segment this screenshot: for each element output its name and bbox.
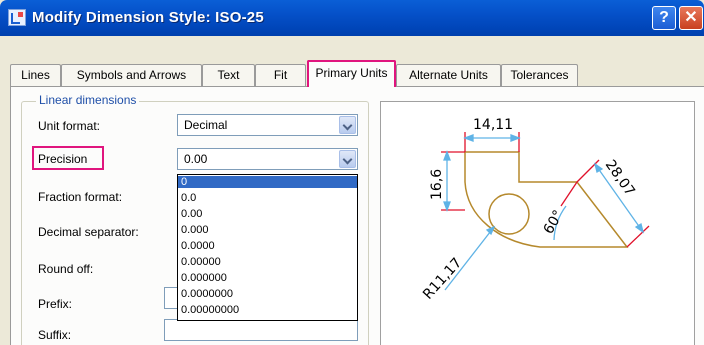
chevron-down-icon[interactable] <box>339 116 356 134</box>
close-button[interactable]: ✕ <box>679 6 703 30</box>
preview-dim-top: 14,11 <box>473 117 513 133</box>
prefix-label: Prefix: <box>38 297 73 311</box>
help-button[interactable]: ? <box>652 6 676 30</box>
precision-dropdown-list[interactable]: 0 0.0 0.00 0.000 0.0000 0.00000 0.000000… <box>177 174 358 321</box>
precision-option[interactable]: 0.00 <box>178 208 357 220</box>
precision-option[interactable]: 0.000 <box>178 224 357 236</box>
preview-dim-left: 16,6 <box>429 169 445 200</box>
tab-primary-units[interactable]: Primary Units <box>307 60 396 87</box>
suffix-input[interactable] <box>164 319 358 341</box>
tab-alternate-units[interactable]: Alternate Units <box>396 64 501 86</box>
linear-dimensions-legend: Linear dimensions <box>36 93 140 107</box>
unit-format-label: Unit format: <box>38 119 101 133</box>
dialog-window: Modify Dimension Style: ISO-25 ? ✕ Lines… <box>0 0 704 345</box>
precision-value: 0.00 <box>184 152 208 166</box>
title-bar[interactable]: Modify Dimension Style: ISO-25 ? ✕ <box>0 0 704 36</box>
precision-option[interactable]: 0.0000000 <box>178 288 357 300</box>
dimension-preview-drawing: 14,11 16,6 60° 28,07 R11,17 <box>420 117 650 303</box>
preview-dim-diagonal: 28,07 <box>602 157 638 199</box>
precision-option[interactable]: 0.0000 <box>178 240 357 252</box>
chevron-down-icon[interactable] <box>339 150 356 168</box>
decimal-separator-label: Decimal separator: <box>38 225 139 239</box>
preview-dim-angle: 60° <box>541 207 567 237</box>
dimension-style-icon <box>8 9 26 26</box>
precision-option[interactable]: 0.000000 <box>178 272 357 284</box>
precision-option[interactable]: 0.0 <box>178 192 357 204</box>
preview-pane: 14,11 16,6 60° 28,07 R11,17 <box>380 101 695 345</box>
round-off-label: Round off: <box>38 262 94 276</box>
unit-format-select[interactable]: Decimal <box>177 114 358 136</box>
window-title: Modify Dimension Style: ISO-25 <box>32 9 264 26</box>
precision-label: Precision <box>38 152 88 166</box>
tab-tolerances[interactable]: Tolerances <box>501 64 578 86</box>
tab-text[interactable]: Text <box>202 64 255 86</box>
precision-option[interactable]: 0.00000000 <box>178 304 357 316</box>
fraction-format-label: Fraction format: <box>38 190 123 204</box>
precision-option[interactable]: 0 <box>178 176 357 188</box>
precision-select[interactable]: 0.00 <box>177 148 358 170</box>
tab-symbols-and-arrows[interactable]: Symbols and Arrows <box>61 64 202 86</box>
suffix-label: Suffix: <box>38 328 72 342</box>
tab-lines[interactable]: Lines <box>10 64 61 86</box>
precision-option[interactable]: 0.00000 <box>178 256 357 268</box>
preview-dim-radius: R11,17 <box>420 255 465 303</box>
unit-format-value: Decimal <box>184 118 228 132</box>
tab-fit[interactable]: Fit <box>255 64 306 86</box>
